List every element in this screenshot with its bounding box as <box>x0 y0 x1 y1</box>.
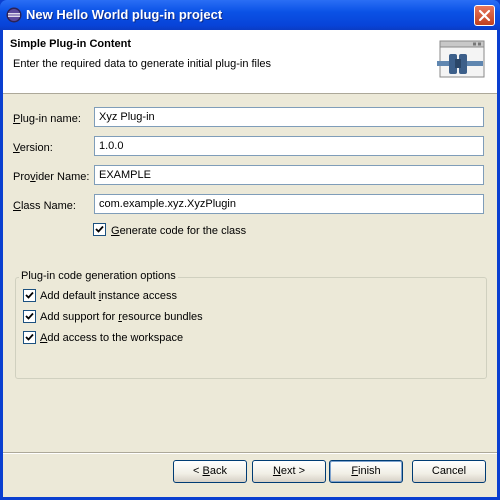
checkmark-icon <box>25 312 34 320</box>
button-bar-separator <box>3 452 497 454</box>
plugin-name-input[interactable] <box>94 107 484 127</box>
window-title: New Hello World plug-in project <box>26 7 223 22</box>
cancel-button[interactable]: Cancel <box>412 460 486 483</box>
resource-bundles-label[interactable]: Add support for resource bundles <box>40 311 203 323</box>
default-instance-access-label[interactable]: Add default instance access <box>40 290 177 302</box>
options-group-title: Plug-in code generation options <box>19 270 178 282</box>
checkmark-icon <box>25 291 34 299</box>
wizard-header: Simple Plug-in Content Enter the require… <box>3 30 497 94</box>
class-name-label: Class Name: <box>13 200 76 212</box>
provider-name-label: Provider Name: <box>13 171 90 183</box>
plugin-name-label: Plug-in name: <box>13 113 81 125</box>
page-title: Simple Plug-in Content <box>10 38 131 50</box>
eclipse-icon <box>6 7 22 23</box>
close-icon <box>478 9 491 22</box>
generate-code-checkbox[interactable] <box>93 223 106 236</box>
dialog-window: New Hello World plug-in project Simple P… <box>0 0 500 500</box>
default-instance-access-checkbox[interactable] <box>23 289 36 302</box>
close-button[interactable] <box>474 5 495 26</box>
resource-bundles-checkbox[interactable] <box>23 310 36 323</box>
checkmark-icon <box>95 225 104 233</box>
version-input[interactable] <box>94 136 484 156</box>
class-name-input[interactable] <box>94 194 484 214</box>
plugin-wizard-icon <box>437 40 485 78</box>
finish-button[interactable]: Finish <box>329 460 403 483</box>
provider-name-input[interactable] <box>94 165 484 185</box>
generate-code-label[interactable]: Generate code for the class <box>111 225 246 237</box>
workspace-access-checkbox[interactable] <box>23 331 36 344</box>
page-description: Enter the required data to generate init… <box>13 58 272 70</box>
next-button[interactable]: Next > <box>252 460 326 483</box>
version-label: Version: <box>13 142 53 154</box>
back-button[interactable]: < Back <box>173 460 247 483</box>
title-bar[interactable]: New Hello World plug-in project <box>0 0 500 30</box>
dialog-client-area: Simple Plug-in Content Enter the require… <box>3 30 497 497</box>
checkmark-icon <box>25 333 34 341</box>
workspace-access-label[interactable]: Add access to the workspace <box>40 332 183 344</box>
